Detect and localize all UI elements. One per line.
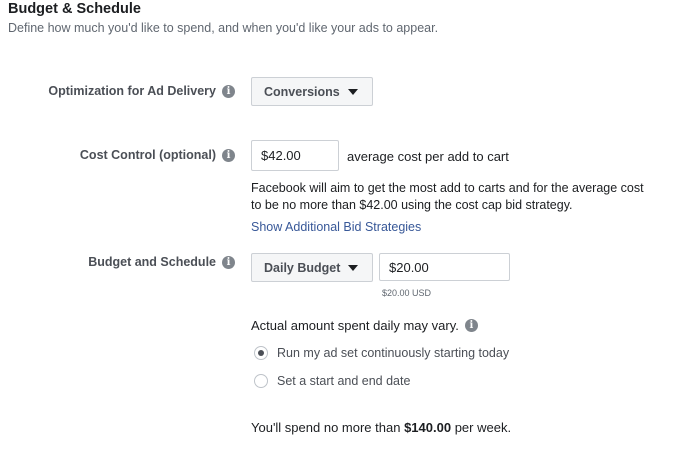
optimization-dropdown[interactable]: Conversions bbox=[251, 77, 373, 106]
budget-amount-input[interactable]: $20.00 bbox=[379, 253, 510, 281]
budget-amount-currency: $20.00 USD bbox=[382, 288, 432, 298]
caret-down-icon bbox=[348, 264, 359, 271]
summary-prefix: You'll spend no more than bbox=[251, 420, 401, 435]
radio-selected-dot bbox=[258, 350, 264, 356]
budget-note-row: Actual amount spent daily may vary. i bbox=[251, 318, 478, 333]
radio-icon[interactable] bbox=[254, 346, 268, 360]
cost-control-suffix: average cost per add to cart bbox=[347, 149, 509, 164]
info-icon[interactable]: i bbox=[222, 255, 235, 269]
summary-suffix: per week. bbox=[454, 420, 512, 435]
budget-label: Budget and Schedule bbox=[88, 255, 216, 269]
show-bid-strategies-link[interactable]: Show Additional Bid Strategies bbox=[251, 220, 421, 234]
info-icon[interactable]: i bbox=[464, 319, 478, 332]
cost-control-input[interactable]: $42.00 bbox=[251, 140, 339, 171]
caret-down-icon bbox=[347, 88, 358, 95]
weekly-spend-summary: You'll spend no more than $140.00 per we… bbox=[251, 420, 511, 435]
budget-type-value: Daily Budget bbox=[264, 260, 341, 275]
schedule-option-continuous[interactable]: Run my ad set continuously starting toda… bbox=[254, 346, 509, 360]
schedule-option-dates[interactable]: Set a start and end date bbox=[254, 374, 410, 388]
section-subtitle: Define how much you'd like to spend, and… bbox=[8, 21, 439, 35]
optimization-label-row: Optimization for Ad Delivery i bbox=[20, 84, 235, 98]
summary-amount: $140.00 bbox=[404, 420, 452, 435]
cost-control-help-line1: Facebook will aim to get the most add to… bbox=[251, 181, 644, 195]
cost-control-label-row: Cost Control (optional) i bbox=[20, 148, 235, 162]
schedule-option-label: Run my ad set continuously starting toda… bbox=[277, 346, 510, 360]
info-icon[interactable]: i bbox=[222, 84, 235, 98]
radio-icon[interactable] bbox=[254, 374, 268, 388]
optimization-value: Conversions bbox=[264, 84, 340, 99]
info-icon[interactable]: i bbox=[222, 148, 235, 162]
budget-type-dropdown[interactable]: Daily Budget bbox=[251, 253, 373, 282]
optimization-label: Optimization for Ad Delivery bbox=[48, 84, 216, 98]
schedule-option-label: Set a start and end date bbox=[277, 374, 411, 388]
budget-label-row: Budget and Schedule i bbox=[20, 255, 235, 269]
budget-note: Actual amount spent daily may vary. bbox=[251, 318, 459, 333]
cost-control-label: Cost Control (optional) bbox=[79, 148, 216, 162]
section-title: Budget & Schedule bbox=[8, 1, 141, 17]
cost-control-help-line2: to be no more than $42.00 using the cost… bbox=[251, 198, 573, 212]
